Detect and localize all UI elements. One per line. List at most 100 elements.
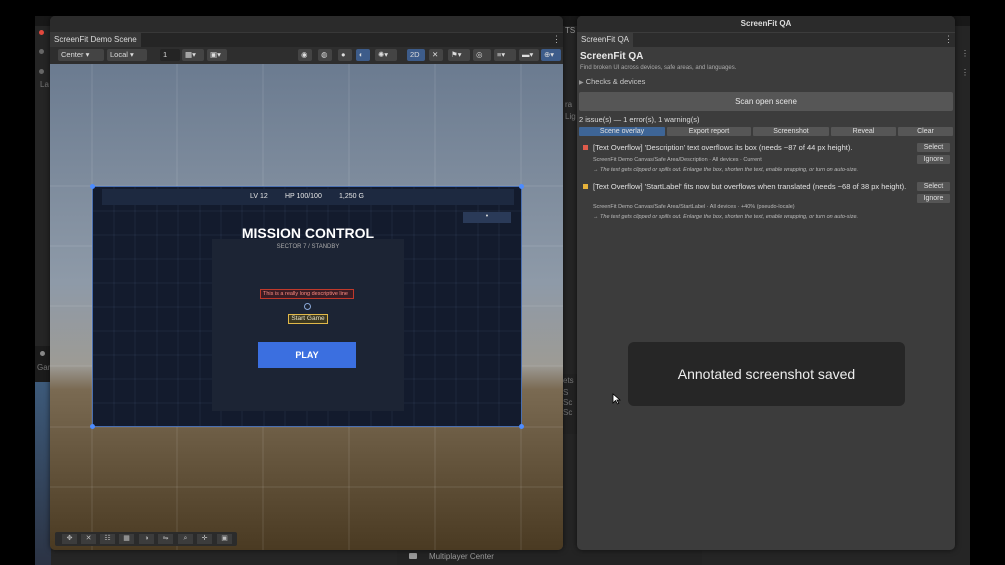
issue-item[interactable]: [Text Overflow] 'StartLabel' fits now bu… (579, 180, 953, 226)
grid-toggle-icon[interactable]: ▣▾ (207, 49, 227, 61)
issue-title: [Text Overflow] 'StartLabel' fits now bu… (593, 182, 907, 191)
hud-bar: LV 12 HP 100/100 1,250 G (102, 189, 514, 205)
toast-notification: Annotated screenshot saved (628, 342, 905, 406)
bg-project-panel: Multiplayer Center (397, 550, 702, 565)
close-dot-icon[interactable] (39, 30, 44, 35)
pivot-dropdown[interactable]: Center ▾ (58, 49, 104, 61)
scene-window: ScreenFit Demo Scene ⋮ Center ▾ Local ▾ … (50, 16, 563, 550)
select-button[interactable]: Select (917, 182, 950, 191)
rect-tool-icon[interactable]: ▦ (119, 534, 134, 544)
pivot-label: Center (61, 50, 84, 59)
layers-icon[interactable]: ≡▾ (494, 49, 516, 61)
qa-tabbar: ScreenFit QA ⋮ (577, 33, 955, 47)
rotate-tool-icon[interactable]: ✕ (81, 534, 96, 544)
transform-tool-icon[interactable]: ◑ (139, 534, 154, 544)
scan-button[interactable]: Scan open scene (579, 92, 953, 111)
bg-game-label: Gar (37, 363, 51, 372)
snap-input[interactable]: 1 (160, 49, 180, 61)
loading-spinner-icon (304, 303, 311, 310)
gizmos-icon[interactable]: ⚑▾ (448, 49, 470, 61)
resize-handle-bottom-right[interactable] (519, 424, 524, 429)
export-report-button[interactable]: Export report (667, 127, 751, 136)
hud-gold: 1,250 G (339, 193, 364, 200)
wireframe-icon[interactable]: ◍ (318, 49, 332, 61)
issue-hint: → The text gets clipped or spills out. E… (593, 167, 859, 173)
issue-title: [Text Overflow] 'Description' text overf… (593, 143, 853, 152)
resize-handle-bottom-left[interactable] (90, 424, 95, 429)
issue-path: ScreenFit Demo Canvas/Safe Area/Descript… (593, 157, 762, 163)
zoom-tool-icon[interactable]: ⌕ (178, 534, 193, 544)
select-button[interactable]: Select (917, 143, 950, 152)
mode-2d-button[interactable]: 2D (407, 49, 425, 61)
reveal-button[interactable]: Reveal (831, 127, 896, 136)
game-canvas[interactable]: LV 12 HP 100/100 1,250 G • MISSION CONTR… (90, 184, 524, 429)
fx-icon[interactable]: ✺▾ (375, 49, 397, 61)
resize-handle-top-right[interactable] (519, 184, 524, 189)
start-label: Start Game (288, 314, 328, 324)
issue-hint: → The text gets clipped or spills out. E… (593, 214, 859, 220)
avatar-icon (39, 49, 44, 54)
camera-icon[interactable]: ▬▾ (519, 49, 539, 61)
mouse-cursor-icon (612, 393, 621, 405)
corner-button[interactable]: • (463, 212, 511, 223)
issue-path: ScreenFit Demo Canvas/Safe Area/StartLab… (593, 204, 795, 210)
custom-tool-icon[interactable]: ⇋ (158, 534, 173, 544)
tab-scene[interactable]: ScreenFit Demo Scene (50, 33, 141, 47)
scene-menu-icon[interactable]: ⋮ (552, 34, 561, 45)
ignore-button[interactable]: Ignore (917, 155, 950, 164)
bg-kebab-icon[interactable]: ⋮ (961, 49, 969, 58)
qa-window-title: ScreenFit QA (577, 16, 955, 32)
error-icon (583, 145, 588, 150)
bg-assets-label: ets (563, 376, 574, 385)
shading-icon[interactable]: ◉ (298, 49, 312, 61)
scene-tabbar: ScreenFit Demo Scene ⋮ (50, 33, 563, 47)
scene-overlay-button[interactable]: Scene overlay (579, 127, 665, 136)
chevron-right-icon: ▶ (579, 80, 584, 86)
hud-hp: HP 100/100 (285, 193, 322, 200)
qa-header: ScreenFit QA (580, 51, 644, 62)
lighting-icon[interactable]: ◐ (356, 49, 370, 61)
bg-assets-panel: ets S Sc Sc (563, 374, 577, 434)
bg-label-1: La (40, 80, 49, 89)
bg-tab-partial: TS (565, 26, 576, 35)
camera-tool-icon[interactable]: ▣ (217, 534, 232, 544)
qa-menu-icon[interactable]: ⋮ (944, 34, 953, 45)
issue-summary: 2 issue(s) — 1 error(s), 1 warning(s) (579, 115, 700, 124)
qa-window: ScreenFit QA ScreenFit QA ⋮ ScreenFit QA… (577, 16, 955, 550)
checks-foldout[interactable]: ▶ Checks & devices (579, 77, 645, 86)
play-button[interactable]: PLAY (258, 342, 356, 368)
audio-icon[interactable]: ✕ (429, 49, 443, 61)
visibility-icon[interactable]: ◎ (473, 49, 491, 61)
issue-item[interactable]: [Text Overflow] 'Description' text overf… (579, 141, 953, 177)
ignore-button[interactable]: Ignore (917, 194, 950, 203)
scene-viewport[interactable]: LV 12 HP 100/100 1,250 G • MISSION CONTR… (50, 64, 563, 550)
sphere-icon[interactable]: ● (338, 49, 352, 61)
qa-subtitle: Find broken UI across devices, safe area… (580, 65, 737, 71)
hud-level: LV 12 (250, 193, 268, 200)
bg-asset-row[interactable]: Sc (563, 408, 572, 417)
bg-label-2: ra (565, 100, 573, 109)
bg-asset-row[interactable]: Sc (563, 398, 572, 407)
bg-game-panel: Gar (35, 346, 51, 565)
bg-kebab-icon-2[interactable]: ⋮ (961, 68, 969, 77)
scale-tool-icon[interactable]: ☷ (100, 534, 115, 544)
safe-area-panel (212, 239, 404, 411)
project-item[interactable]: Multiplayer Center (429, 552, 494, 561)
bg-label-3: Lig (565, 112, 576, 121)
pan-tool-icon[interactable]: ✛ (197, 534, 212, 544)
tab-screenfit-qa[interactable]: ScreenFit QA (577, 33, 634, 47)
mission-title: MISSION CONTROL (241, 225, 375, 241)
resize-handle-top-left[interactable] (90, 184, 95, 189)
warning-icon (583, 184, 588, 189)
grid-snap-icon[interactable]: ▦▾ (182, 49, 204, 61)
scene-toolbar: Center ▾ Local ▾ 1 ▦▾ ▣▾ ◉ ◍ ● ◐ ✺▾ 2D ✕… (50, 47, 563, 64)
bg-asset-row[interactable]: S (563, 388, 568, 397)
folder-icon (409, 553, 417, 559)
clear-button[interactable]: Clear (898, 127, 953, 136)
orientation-icon[interactable]: ⊕▾ (541, 49, 561, 61)
description-text: This is a really long descriptive line (260, 289, 354, 299)
space-dropdown[interactable]: Local ▾ (107, 49, 147, 61)
space-label: Local (110, 50, 128, 59)
screenshot-button[interactable]: Screenshot (753, 127, 829, 136)
move-tool-icon[interactable]: ✥ (62, 534, 77, 544)
